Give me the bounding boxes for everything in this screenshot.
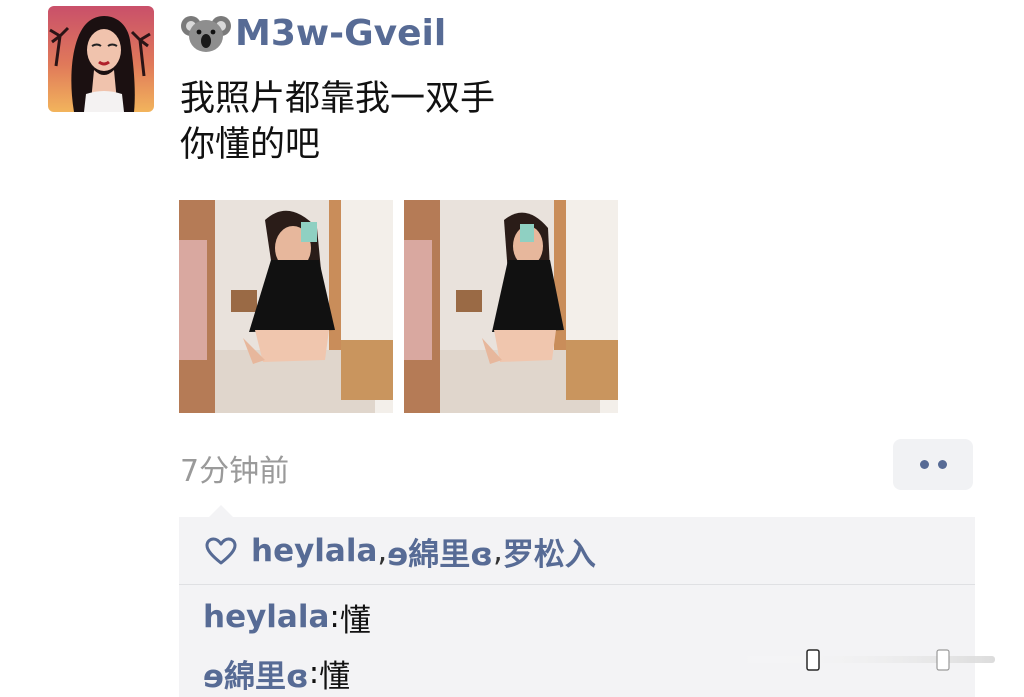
photo-image [179, 200, 393, 413]
post-text: 我照片都靠我一双手 你懂的吧 [180, 76, 495, 168]
like-separator: , [377, 533, 388, 569]
panel-pointer [209, 505, 233, 517]
post-photo-1[interactable] [179, 200, 393, 413]
more-options-button[interactable] [893, 439, 973, 490]
post-timestamp: 7分钟前 [180, 454, 290, 489]
like-name[interactable]: heylala [251, 533, 377, 569]
avatar[interactable] [48, 6, 154, 112]
post-author[interactable]: M3w-Gveil [181, 8, 446, 58]
post-photo-2[interactable] [404, 200, 618, 413]
comment-text: 懂 [319, 658, 351, 695]
comment-author[interactable]: heylala [203, 599, 329, 635]
comment-item[interactable]: heylala : 懂 [203, 597, 371, 639]
heart-outline-icon [205, 537, 237, 565]
comment-item[interactable]: ɘ綿里ɞ : 懂 [203, 651, 351, 696]
comment-text: 懂 [339, 602, 371, 639]
scroll-indicator [735, 649, 995, 671]
like-name[interactable]: 罗松入 [503, 529, 596, 574]
like-name[interactable]: ɘ綿里ɞ [387, 529, 493, 574]
avatar-image [48, 6, 154, 112]
comment-colon: : [308, 655, 320, 691]
post-text-line: 你懂的吧 [180, 125, 321, 165]
divider [179, 584, 975, 585]
comment-author[interactable]: ɘ綿里ɞ [203, 651, 309, 696]
post-text-line: 我照片都靠我一双手 [180, 79, 496, 119]
likes-row: heylala , ɘ綿里ɞ , 罗松入 [205, 529, 596, 574]
koala-emoji-icon [181, 16, 231, 52]
two-dots-icon [919, 460, 929, 469]
username-text: M3w-Gveil [235, 12, 447, 54]
like-separator: , [492, 533, 503, 569]
comment-colon: : [329, 599, 340, 635]
photo-image [404, 200, 618, 413]
